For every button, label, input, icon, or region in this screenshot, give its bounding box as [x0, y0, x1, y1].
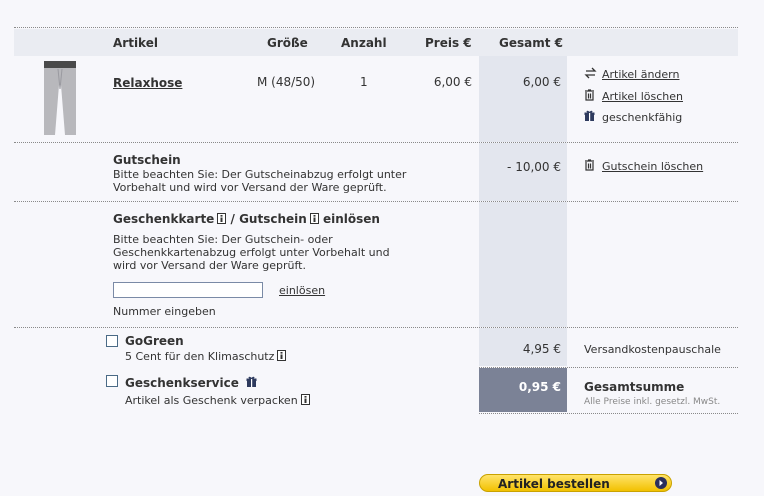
delete-voucher-link[interactable]: Gutschein löschen	[602, 160, 703, 173]
gogreen-subtitle: 5 Cent für den Klimaschutz	[125, 350, 275, 363]
product-total: 6,00 €	[522, 75, 561, 89]
total-sum-value: 0,95 €	[518, 380, 561, 394]
voucher-number-input[interactable]	[113, 282, 263, 298]
order-button-label: Artikel bestellen	[498, 477, 610, 491]
voucher-amount: - 10,00 €	[507, 160, 561, 174]
gogreen-checkbox[interactable]	[106, 335, 118, 347]
info-icon[interactable]	[309, 213, 319, 227]
redeem-button[interactable]: einlösen	[279, 284, 325, 297]
gift-icon	[584, 110, 598, 125]
redeem-note: Bitte beachten Sie: Der Gutschein- oder …	[113, 233, 390, 272]
total-column-bg	[479, 56, 567, 142]
change-item-link[interactable]: Artikel ändern	[602, 68, 679, 81]
info-icon[interactable]	[277, 350, 287, 364]
header-anzahl: Anzahl	[341, 36, 387, 50]
cart-table-header: Artikel Größe Anzahl Preis € Gesamt €	[14, 29, 738, 56]
arrow-right-icon	[655, 477, 667, 489]
redeem-title-giftcard: Geschenkkarte	[113, 212, 215, 226]
info-icon[interactable]	[300, 394, 310, 408]
voucher-note: Bitte beachten Sie: Der Gutscheinabzug e…	[113, 168, 407, 194]
redeem-title-action: einlösen	[323, 212, 380, 226]
redeem-title-voucher: / Gutschein	[230, 212, 307, 226]
total-column-bg	[479, 202, 567, 327]
trash-icon	[584, 89, 598, 104]
swap-icon	[584, 67, 598, 82]
header-gesamt: Gesamt €	[499, 36, 563, 50]
product-price: 6,00 €	[433, 75, 472, 89]
change-item-action[interactable]: Artikel ändern	[584, 67, 679, 82]
giftable-indicator: geschenkfähig	[584, 110, 682, 125]
header-preis: Preis €	[425, 36, 472, 50]
delete-item-link[interactable]: Artikel löschen	[602, 90, 683, 103]
shipping-cost-label: Versandkostenpauschale	[584, 343, 721, 356]
giftable-label: geschenkfähig	[602, 111, 683, 124]
header-artikel: Artikel	[113, 36, 158, 50]
delete-voucher-action[interactable]: Gutschein löschen	[584, 159, 703, 174]
redeem-title: Geschenkkarte / Gutschein einlösen	[113, 212, 380, 227]
pants-icon	[44, 61, 76, 135]
giftservice-subtitle: Artikel als Geschenk verpacken	[125, 394, 298, 407]
trash-icon	[584, 159, 598, 174]
product-quantity: 1	[360, 75, 368, 89]
gogreen-subtitle-row: 5 Cent für den Klimaschutz	[125, 350, 287, 364]
vat-note: Alle Preise inkl. gesetzl. MwSt.	[584, 397, 721, 407]
gift-icon	[246, 376, 257, 391]
total-sum-label: Gesamtsumme	[584, 380, 685, 394]
voucher-title: Gutschein	[113, 153, 181, 167]
giftservice-subtitle-row: Artikel als Geschenk verpacken	[125, 394, 310, 408]
giftservice-title: Geschenkservice	[125, 376, 239, 390]
voucher-number-label: Nummer eingeben	[113, 305, 216, 318]
shipping-cost-value: 4,95 €	[522, 342, 561, 356]
giftservice-checkbox[interactable]	[106, 375, 118, 387]
delete-item-action[interactable]: Artikel löschen	[584, 89, 683, 104]
product-name-link[interactable]: Relaxhose	[113, 76, 182, 90]
giftservice-title-row: Geschenkservice	[125, 376, 257, 391]
product-size: M (48/50)	[257, 75, 316, 89]
order-button[interactable]: Artikel bestellen	[479, 474, 672, 492]
header-groesse: Größe	[267, 36, 308, 50]
product-image[interactable]	[38, 59, 82, 139]
info-icon[interactable]	[217, 213, 227, 227]
gogreen-title: GoGreen	[125, 334, 184, 348]
